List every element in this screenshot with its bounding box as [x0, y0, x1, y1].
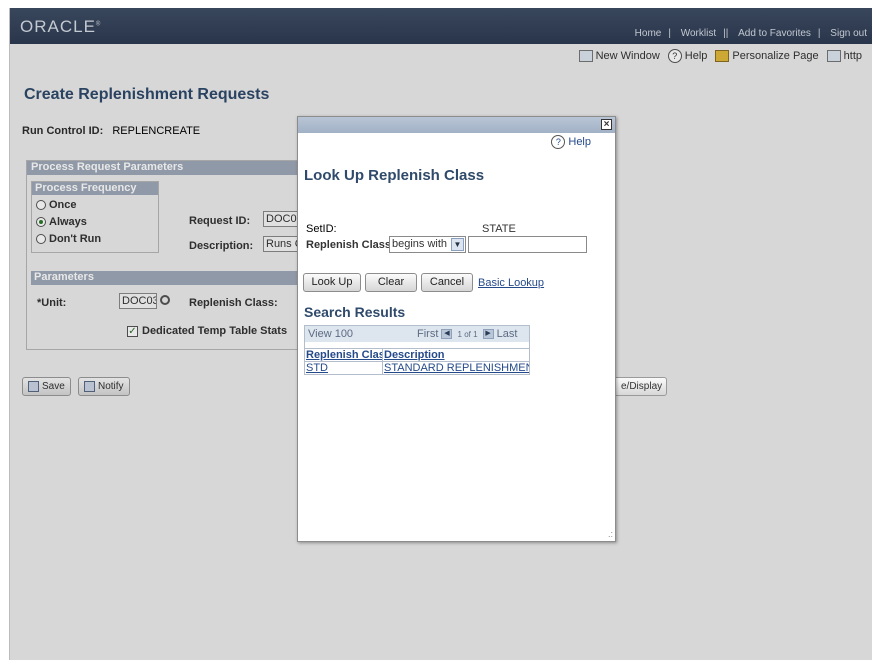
- first-link[interactable]: First: [417, 328, 438, 340]
- look-up-button[interactable]: Look Up: [303, 273, 361, 292]
- replenish-class-label: Replenish Class:: [306, 239, 395, 251]
- cell-description[interactable]: STANDARD REPLENISHMENT: [383, 362, 529, 374]
- column-replenish-class[interactable]: Replenish Class: [305, 349, 383, 361]
- lookup-title: Look Up Replenish Class: [304, 167, 485, 184]
- chevron-down-icon[interactable]: ▼: [451, 238, 464, 251]
- grid-navigation: View 100 First ◀ 1 of 1 ▶ Last: [305, 326, 529, 342]
- close-icon[interactable]: ×: [601, 119, 612, 130]
- cancel-button[interactable]: Cancel: [421, 273, 473, 292]
- grid-header-row: Replenish Class Description: [305, 348, 529, 361]
- resize-grip-icon[interactable]: .:: [608, 529, 613, 539]
- basic-lookup-link[interactable]: Basic Lookup: [478, 277, 544, 289]
- dialog-titlebar[interactable]: ×: [298, 117, 615, 133]
- page-position: 1 of 1: [457, 330, 478, 339]
- column-description[interactable]: Description: [383, 349, 529, 361]
- grid-pager: First ◀ 1 of 1 ▶ Last: [417, 328, 517, 340]
- setid-value: STATE: [482, 223, 516, 235]
- clear-button[interactable]: Clear: [365, 273, 417, 292]
- cell-replenish-class[interactable]: STD: [305, 362, 383, 374]
- replenish-class-input[interactable]: [468, 236, 587, 253]
- setid-label: SetID:: [306, 223, 337, 235]
- next-page-icon[interactable]: ▶: [482, 329, 494, 340]
- lookup-dialog: × ? Help Look Up Replenish Class SetID: S…: [297, 116, 616, 542]
- operator-select[interactable]: begins with ▼: [389, 236, 466, 253]
- previous-page-icon[interactable]: ◀: [441, 329, 453, 340]
- dialog-help-link[interactable]: ? Help: [551, 135, 591, 149]
- table-row[interactable]: STD STANDARD REPLENISHMENT: [305, 361, 529, 374]
- refresh-display-button[interactable]: e/Display: [612, 377, 668, 396]
- view-100-link[interactable]: View 100: [308, 328, 353, 340]
- search-results-title: Search Results: [304, 304, 406, 320]
- last-link[interactable]: Last: [497, 328, 518, 340]
- results-grid: View 100 First ◀ 1 of 1 ▶ Last Replenish…: [304, 325, 530, 375]
- help-icon: ?: [551, 135, 566, 149]
